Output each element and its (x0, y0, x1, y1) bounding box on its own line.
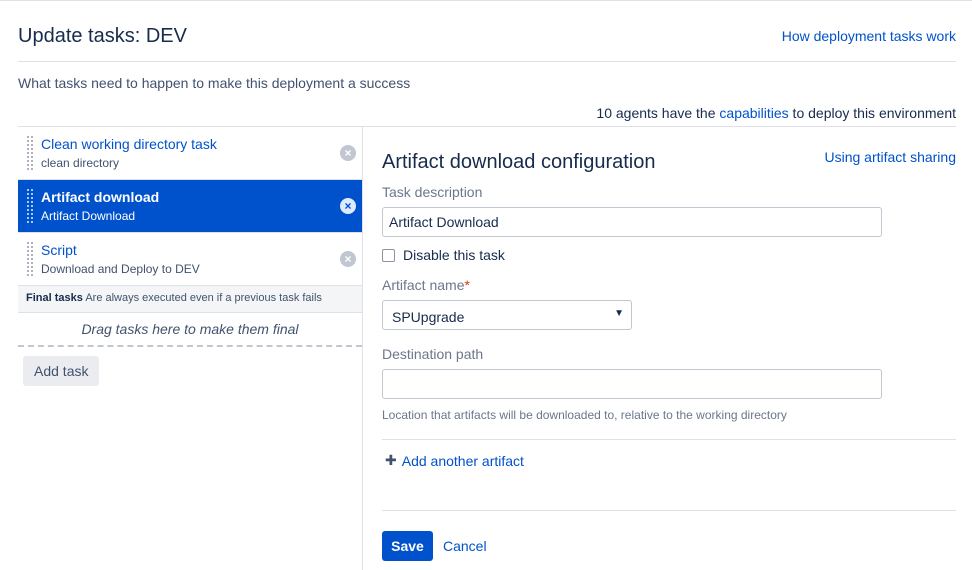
task-item-clean-working-directory[interactable]: Clean working directory task clean direc… (18, 127, 362, 180)
divider (382, 510, 956, 511)
task-description: Artifact Download (41, 209, 136, 223)
add-task-button[interactable]: Add task (23, 356, 100, 386)
drag-handle-icon[interactable] (26, 241, 34, 277)
cancel-link[interactable]: Cancel (443, 538, 487, 554)
destination-path-label: Destination path (382, 346, 484, 362)
task-name: Artifact download (41, 189, 160, 205)
remove-task-icon[interactable]: × (340, 145, 356, 161)
remove-task-icon[interactable]: × (340, 251, 356, 267)
drag-handle-icon[interactable] (26, 135, 34, 171)
disable-task-label: Disable this task (403, 247, 505, 263)
save-button[interactable]: Save (382, 531, 433, 561)
page-description: What tasks need to happen to make this d… (18, 75, 411, 91)
plus-icon: ✚ (385, 452, 397, 468)
disable-task-checkbox[interactable] (382, 248, 395, 262)
agents-capabilities-text: 10 agents have the capabilities to deplo… (596, 105, 956, 121)
agents-suffix: to deploy this environment (788, 105, 956, 121)
final-tasks-header: Final tasks Are always executed even if … (18, 286, 362, 313)
panel-divider (362, 127, 363, 570)
final-tasks-drop-zone[interactable]: Drag tasks here to make them final (18, 313, 362, 347)
final-tasks-note: Are always executed even if a previous t… (85, 292, 322, 304)
task-item-script[interactable]: Script Download and Deploy to DEV × (18, 233, 362, 286)
required-mark: * (464, 277, 470, 293)
chevron-down-icon: ▼ (614, 308, 624, 319)
top-border (0, 0, 972, 1)
task-description-input[interactable] (382, 207, 882, 237)
capabilities-link[interactable]: capabilities (719, 105, 788, 121)
artifact-name-label-text: Artifact name (382, 277, 465, 293)
remove-task-icon[interactable]: × (340, 198, 356, 214)
task-description-label: Task description (382, 184, 483, 200)
destination-path-help: Location that artifacts will be download… (382, 408, 787, 422)
add-another-artifact-link[interactable]: ✚ Add another artifact (385, 452, 524, 469)
add-another-artifact-label: Add another artifact (401, 452, 524, 469)
artifact-name-select[interactable]: SPUpgrade ▼ (382, 300, 632, 330)
task-description: clean directory (41, 156, 120, 170)
page-title: Update tasks: DEV (18, 25, 187, 47)
using-artifact-sharing-link[interactable]: Using artifact sharing (824, 149, 956, 165)
disable-task-row[interactable]: Disable this task (382, 247, 505, 263)
task-name: Clean working directory task (41, 136, 217, 152)
divider (18, 61, 956, 62)
destination-path-input[interactable] (382, 369, 882, 399)
agents-prefix: 10 agents have the (596, 105, 720, 121)
task-item-artifact-download[interactable]: Artifact download Artifact Download × (18, 180, 362, 233)
how-deployment-tasks-work-link[interactable]: How deployment tasks work (782, 28, 956, 44)
task-name: Script (41, 242, 77, 258)
drag-handle-icon[interactable] (26, 188, 34, 224)
final-tasks-label: Final tasks (26, 292, 83, 304)
artifact-name-label: Artifact name* (382, 277, 470, 293)
divider (382, 439, 956, 440)
task-list: Clean working directory task clean direc… (18, 127, 362, 347)
config-title: Artifact download configuration (382, 151, 656, 173)
task-description: Download and Deploy to DEV (41, 262, 200, 276)
artifact-name-value: SPUpgrade (392, 309, 465, 325)
